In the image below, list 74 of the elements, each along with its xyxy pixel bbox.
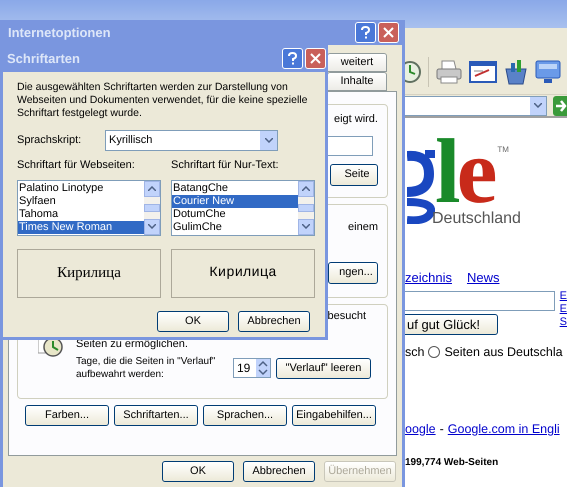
button[interactable]: Farben... [25,405,109,426]
button[interactable]: Abbrechen [238,310,310,332]
side-link[interactable]: E [560,290,567,303]
result-count: 199,774 Web-Seiten [405,456,500,470]
button[interactable]: Seite [330,164,378,186]
dialog-button[interactable]: Abbrechen [243,461,315,482]
font-list-item[interactable]: GulimChe [172,220,298,234]
field-label: Sprachskript: [17,133,82,148]
close-icon [310,53,321,64]
button[interactable]: Eingabehilfen... [292,405,376,426]
bucket-icon[interactable] [503,59,529,85]
button[interactable]: Sprachen... [203,405,287,426]
close-button[interactable] [305,48,326,69]
subtitle: Deutschland [432,210,522,228]
font-list-item[interactable]: Tahoma [18,208,144,220]
field-label: Schriftart für Webseiten: [17,158,136,173]
logo: le [435,132,494,210]
close-button[interactable] [378,22,399,43]
footer-link[interactable]: Google.com in Engli [448,420,560,438]
help-button[interactable] [355,22,376,43]
window-title: Schriftarten [7,50,80,68]
edit-icon[interactable] [469,60,497,84]
side-link[interactable]: S [560,316,567,329]
button[interactable]: "Verlauf" leeren [276,358,371,378]
help-button[interactable] [282,48,303,69]
scrollbar[interactable] [298,180,314,234]
dropdown-button[interactable] [530,96,546,114]
scrollbar[interactable] [144,180,160,234]
window-title: Internetoptionen [8,24,111,42]
history-text: Seiten zu ermöglichen. [76,337,189,351]
font-list-item[interactable]: Times New Roman [18,220,144,234]
nav-link[interactable]: zeichnis [405,270,452,285]
days-spinner[interactable]: 19 [233,358,271,378]
monitor-icon[interactable] [535,60,561,84]
font-list-item[interactable]: Palatino Linotype [18,182,144,194]
font-list[interactable]: Palatino Linotype Sylfaen Tahoma Times New Roman [17,180,161,236]
button[interactable]: ngen... [328,262,378,284]
radio-label: Seiten aus Deutschla [444,344,563,361]
group-text: einem [348,220,378,235]
help-icon [361,26,370,39]
history-text: besucht [327,309,366,323]
side-link[interactable]: E [560,303,567,316]
preview-text: Кирилица [57,264,121,283]
printer-icon[interactable] [435,59,463,85]
field-label: Schriftart für Nur-Text: [171,158,280,173]
footer-link[interactable]: oogle [405,420,436,438]
font-list-item[interactable]: BatangChe [172,182,298,194]
days-label: Tage, die die Seiten in "Verlauf" aufbewahrt werden: [76,355,216,381]
chevron-down-icon [264,138,272,143]
button[interactable]: OK [157,310,229,332]
scroll-thumb[interactable] [298,204,314,212]
radio-label: sch [405,344,424,361]
chevron-down-icon [534,103,542,108]
close-icon [383,27,394,38]
radio-button[interactable] [428,346,440,358]
group-text: eigt wird. [334,112,378,127]
button[interactable]: Schriftarten... [114,405,198,426]
preview-text: Кирилица [209,264,277,282]
font-list[interactable]: BatangChe Courier New DotumChe GulimChe [171,180,315,236]
help-icon [288,52,297,65]
nav-link[interactable]: News [466,270,500,285]
separator: - [440,420,444,438]
scroll-thumb[interactable] [144,204,160,212]
font-list-item[interactable]: DotumChe [172,208,298,220]
font-list-item[interactable]: Courier New [172,194,298,208]
dialog-button[interactable]: OK [162,461,234,482]
description: Die ausgewählten Schriftarten werden zur Darstellung von Webseiten und Dokumenten verwendet, für die keine spezielle Schriftart festgelegt wurde. [17,81,308,120]
go-arrow-icon[interactable] [553,96,567,116]
trademark: TM [497,144,509,156]
tab[interactable]: weitert [327,53,387,72]
spinner-arrows-icon[interactable] [256,359,270,377]
tab[interactable]: Inhalte [327,72,387,91]
font-list-item[interactable]: Sylfaen [18,194,144,208]
script-select[interactable]: Kyrillisch [105,130,278,151]
